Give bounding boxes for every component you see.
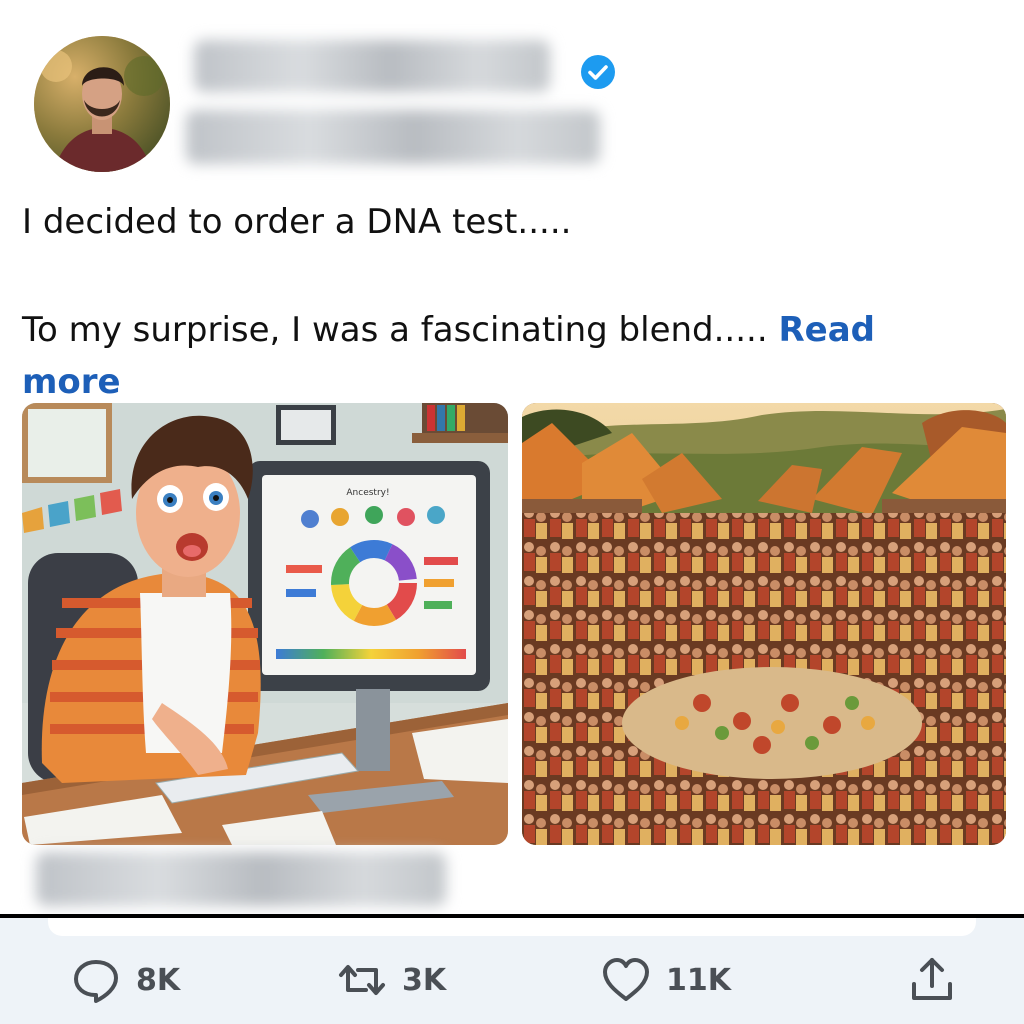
reply-button[interactable]: 8K	[70, 954, 180, 1006]
like-count: 11K	[666, 962, 731, 998]
action-bar-card	[48, 918, 976, 936]
share-button[interactable]	[906, 954, 958, 1006]
blurred-handle	[186, 110, 600, 164]
post-header	[0, 0, 1024, 180]
like-icon	[603, 958, 649, 1001]
verified-badge-icon	[581, 55, 615, 89]
post-line-2-text: To my surprise, I was a fascinating blen…	[22, 310, 779, 350]
blurred-display-name	[194, 40, 550, 92]
repost-count: 3K	[402, 962, 447, 998]
post-image-village-crowd[interactable]	[522, 403, 1006, 845]
post-line-2: To my surprise, I was a fascinating blen…	[22, 304, 982, 408]
screen-title: Ancestry!	[346, 488, 389, 498]
post-line-1: I decided to order a DNA test.....	[22, 202, 572, 242]
repost-icon	[339, 965, 385, 995]
blurred-caption	[36, 852, 446, 906]
share-icon	[912, 958, 952, 1000]
action-bar: 8K 3K 11K	[0, 918, 1024, 1024]
like-button[interactable]: 11K	[600, 954, 731, 1006]
reply-count: 8K	[136, 962, 181, 998]
post-text: I decided to order a DNA test..... To my…	[22, 196, 982, 408]
repost-button[interactable]: 3K	[336, 954, 446, 1006]
avatar[interactable]	[34, 36, 170, 172]
reply-icon	[74, 960, 118, 1003]
post-image-dna-results[interactable]: Ancestry!	[22, 403, 508, 845]
